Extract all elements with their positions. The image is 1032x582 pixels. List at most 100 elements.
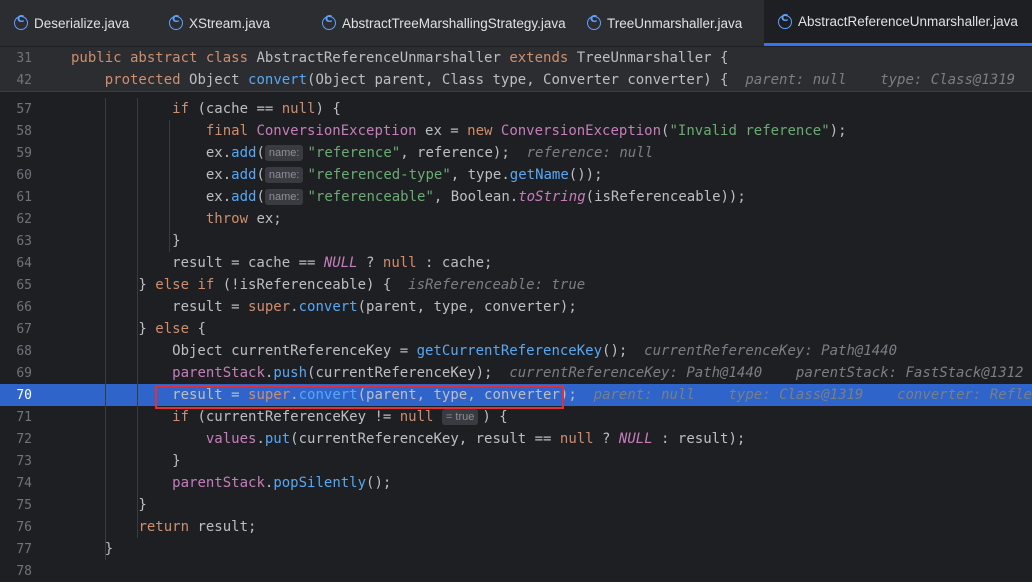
inline-debug-value: currentReferenceKey: Path@1440 parentSta… — [509, 365, 1024, 381]
line-number[interactable]: 75 — [0, 498, 44, 513]
code-line[interactable]: 62 throw ex; — [0, 208, 1032, 230]
tab-label: Deserialize.java — [34, 15, 130, 31]
code-line[interactable]: 72 values.put(currentReferenceKey, resul… — [0, 428, 1032, 450]
code-line[interactable]: 73 } — [0, 450, 1032, 472]
code-token: ( — [256, 145, 265, 161]
code-token: , type. — [450, 167, 510, 183]
code-text: ex.add(name: "referenceable", Boolean.toS… — [71, 189, 746, 205]
code-line[interactable]: 71 if (currentReferenceKey != null = tru… — [0, 406, 1032, 428]
line-number[interactable]: 71 — [0, 410, 44, 425]
code-text: parentStack.push(currentReferenceKey); c… — [71, 365, 1023, 381]
line-number[interactable]: 74 — [0, 476, 44, 491]
code-token: convert — [248, 72, 308, 88]
line-number[interactable]: 31 — [0, 51, 44, 66]
line-number[interactable]: 68 — [0, 344, 44, 359]
line-number[interactable]: 57 — [0, 102, 44, 117]
line-number[interactable]: 65 — [0, 278, 44, 293]
code-line[interactable]: 74 parentStack.popSilently(); — [0, 472, 1032, 494]
code-token: ( — [256, 167, 265, 183]
code-line[interactable]: 61 ex.add(name: "referenceable", Boolean.… — [0, 186, 1032, 208]
indent-guide — [137, 98, 138, 538]
sticky-scroll-header[interactable]: 31 public abstract class AbstractReferenc… — [0, 47, 1032, 92]
code-token: convert — [298, 387, 358, 403]
code-line[interactable]: 75 } — [0, 494, 1032, 516]
code-token: NULL — [323, 255, 358, 271]
code-line[interactable]: 57 if (cache == null) { — [0, 98, 1032, 120]
code-token: NULL — [618, 431, 653, 447]
inline-debug-value: currentReferenceKey: Path@1440 — [644, 343, 898, 359]
inline-debug-value: isReferenceable: true — [408, 277, 586, 293]
code-line[interactable]: 63 } — [0, 230, 1032, 252]
tab-abstractreferenceunmarshaller[interactable]: AbstractReferenceUnmarshaller.java — [764, 0, 1032, 46]
line-number[interactable]: 66 — [0, 300, 44, 315]
line-number[interactable]: 76 — [0, 520, 44, 535]
line-number[interactable]: 72 — [0, 432, 44, 447]
tab-xstream[interactable]: XStream.java — [155, 0, 308, 46]
code-token: (cache == — [197, 101, 282, 117]
code-text: Object currentReferenceKey = getCurrentR… — [71, 343, 897, 359]
code-token: super — [248, 387, 291, 403]
code-token: . — [290, 387, 299, 403]
line-number[interactable]: 67 — [0, 322, 44, 337]
inline-debug-value: parent: null type: Class@1319 conv — [745, 72, 1016, 88]
code-text: protected Object convert(Object parent, … — [71, 72, 1032, 88]
code-token: values — [205, 431, 257, 447]
code-line[interactable]: 69 parentStack.push(currentReferenceKey)… — [0, 362, 1032, 384]
line-number[interactable]: 78 — [0, 564, 44, 579]
tab-deserialize[interactable]: Deserialize.java — [0, 0, 155, 46]
tab-abstracttreemarshallingstrategy[interactable]: AbstractTreeMarshallingStrategy.java — [308, 0, 573, 46]
code-token: toString — [518, 189, 586, 205]
line-number[interactable]: 77 — [0, 542, 44, 557]
line-number[interactable]: 64 — [0, 256, 44, 271]
code-token: add — [231, 189, 257, 205]
code-text: } — [71, 453, 180, 469]
code-token: super — [248, 299, 291, 315]
code-token: final — [205, 123, 257, 139]
code-token: result = cache == — [71, 255, 324, 271]
code-token: ? — [357, 255, 383, 271]
line-number[interactable]: 61 — [0, 190, 44, 205]
code-token: if — [172, 409, 198, 425]
sticky-line[interactable]: 31 public abstract class AbstractReferenc… — [0, 47, 1032, 69]
code-token: ) { — [482, 409, 508, 425]
code-line[interactable]: 59 ex.add(name: "reference", reference); … — [0, 142, 1032, 164]
parameter-hint: name: — [264, 145, 304, 161]
code-line[interactable]: 67 } else { — [0, 318, 1032, 340]
code-token: return — [138, 519, 198, 535]
code-line[interactable]: 60 ex.add(name: "referenced-type", type.g… — [0, 164, 1032, 186]
current-execution-line[interactable]: 70 result = super.convert(parent, type, … — [0, 384, 1032, 406]
code-line[interactable]: 66 result = super.convert(parent, type, … — [0, 296, 1032, 318]
code-token: ConversionException — [256, 123, 426, 139]
code-line[interactable]: 68 Object currentReferenceKey = getCurre… — [0, 340, 1032, 362]
code-line[interactable]: 76 return result; — [0, 516, 1032, 538]
sticky-line[interactable]: 42 protected Object convert(Object paren… — [0, 69, 1032, 91]
code-text: if (cache == null) { — [71, 101, 341, 117]
tab-treeunmarshaller[interactable]: TreeUnmarshaller.java — [573, 0, 764, 46]
line-number[interactable]: 63 — [0, 234, 44, 249]
code-text: final ConversionException ex = new Conve… — [71, 123, 847, 139]
code-line[interactable]: 78 — [0, 560, 1032, 582]
code-token: : result); — [652, 431, 746, 447]
line-number[interactable]: 73 — [0, 454, 44, 469]
line-number[interactable]: 62 — [0, 212, 44, 227]
code-token: , reference); — [400, 145, 527, 161]
code-line[interactable]: 58 final ConversionException ex = new Co… — [0, 120, 1032, 142]
line-number[interactable]: 69 — [0, 366, 44, 381]
line-number[interactable]: 59 — [0, 146, 44, 161]
code-token: ex; — [256, 211, 282, 227]
code-token: popSilently — [273, 475, 367, 491]
code-editor[interactable]: 31 public abstract class AbstractReferenc… — [0, 47, 1032, 579]
code-token: (Object parent, Class type, Converter co… — [307, 72, 746, 88]
code-line[interactable]: 64 result = cache == NULL ? null : cache… — [0, 252, 1032, 274]
code-text: values.put(currentReferenceKey, result =… — [71, 431, 745, 447]
line-number[interactable]: 42 — [0, 73, 44, 88]
code-line[interactable]: 65 } else if (!isReferenceable) { isRefe… — [0, 274, 1032, 296]
line-number[interactable]: 70 — [0, 388, 44, 403]
line-number[interactable]: 60 — [0, 168, 44, 183]
line-number[interactable]: 58 — [0, 124, 44, 139]
code-line[interactable]: 77 } — [0, 538, 1032, 560]
code-token: ) { — [315, 101, 341, 117]
